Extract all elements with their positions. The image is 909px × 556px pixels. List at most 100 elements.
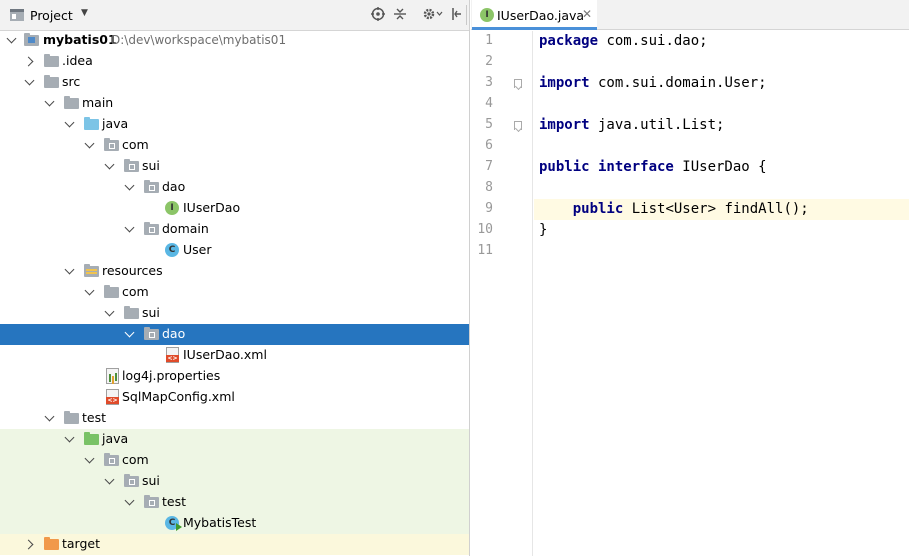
tree-item-label: .idea: [62, 53, 93, 68]
code-editor: I IUserDao.java ✕ 1 2 3 4 5 6 7 8 9 10 1…: [471, 0, 909, 556]
chevron-down-icon[interactable]: [45, 98, 55, 108]
module-folder-icon: [24, 33, 39, 46]
tree-item-label: log4j.properties: [122, 368, 221, 383]
chevron-down-icon[interactable]: [125, 224, 135, 234]
tree-item-dao[interactable]: dao: [0, 177, 469, 198]
chevron-down-icon[interactable]: [105, 308, 115, 318]
tree-item-dao-selected[interactable]: dao: [0, 324, 469, 345]
line-number: 10: [477, 222, 493, 237]
code-text: com.sui.dao;: [598, 33, 708, 49]
tree-item-log4j[interactable]: log4j.properties: [0, 366, 469, 387]
chevron-down-icon[interactable]: [85, 140, 95, 150]
tree-item-label: SqlMapConfig.xml: [122, 389, 235, 404]
tree-item-domain[interactable]: domain: [0, 219, 469, 240]
chevron-down-icon[interactable]: [85, 287, 95, 297]
chevron-down-icon[interactable]: [65, 434, 75, 444]
line-number: 9: [485, 201, 493, 216]
collapse-all-icon[interactable]: [393, 7, 407, 26]
project-view-title[interactable]: Project: [30, 8, 73, 23]
line-number: 8: [485, 180, 493, 195]
tree-item-label: IUserDao: [183, 200, 241, 215]
tree-item-mybatis01[interactable]: mybatis01 D:\dev\workspace\mybatis01: [0, 30, 469, 51]
tree-item-resources[interactable]: resources: [0, 261, 469, 282]
chevron-down-icon[interactable]: [125, 182, 135, 192]
tree-item-label: sui: [142, 158, 160, 173]
tree-item-label: dao: [162, 326, 186, 341]
tree-item-label: domain: [162, 221, 209, 236]
hide-panel-icon[interactable]: [452, 7, 462, 26]
tree-item-main[interactable]: main: [0, 93, 469, 114]
tree-item-iuserdao[interactable]: I IUserDao: [0, 198, 469, 219]
tree-item-java[interactable]: java: [0, 114, 469, 135]
tree-item-label: src: [62, 74, 81, 89]
line-number-gutter: 1 2 3 4 5 6 7 8 9 10 11: [471, 31, 533, 556]
xml-file-icon: [106, 389, 119, 405]
tree-item-label: test: [162, 494, 187, 509]
tree-item-test-sui[interactable]: sui: [0, 471, 469, 492]
excluded-folder-icon: [44, 537, 59, 550]
code-text: com.sui.domain.User;: [589, 75, 767, 91]
tree-item-sui[interactable]: sui: [0, 303, 469, 324]
tree-item-com[interactable]: com: [0, 135, 469, 156]
line-number: 2: [485, 54, 493, 69]
tree-item-label: main: [82, 95, 114, 110]
tree-item-test-java[interactable]: java: [0, 429, 469, 450]
code-line: import com.sui.domain.User;: [534, 73, 909, 94]
line-number: 3: [485, 75, 493, 90]
tree-item-idea[interactable]: .idea: [0, 51, 469, 72]
tree-item-label: dao: [162, 179, 186, 194]
chevron-down-icon[interactable]: [85, 455, 95, 465]
tree-item-src[interactable]: src: [0, 72, 469, 93]
package-icon: [124, 159, 139, 172]
tree-item-label: MybatisTest: [183, 515, 257, 530]
chevron-down-icon[interactable]: [125, 329, 135, 339]
tree-item-label: sui: [142, 473, 160, 488]
chevron-down-icon[interactable]: [105, 161, 115, 171]
fold-marker-icon[interactable]: [514, 121, 522, 130]
tree-item-label: com: [122, 452, 149, 467]
tree-item-test[interactable]: test: [0, 408, 469, 429]
code-text: java.util.List;: [589, 117, 725, 133]
tree-item-com[interactable]: com: [0, 282, 469, 303]
tree-item-label: resources: [102, 263, 163, 278]
tree-item-test-com[interactable]: com: [0, 450, 469, 471]
interface-icon: I: [165, 201, 179, 215]
tree-item-iuserdao-xml[interactable]: IUserDao.xml: [0, 345, 469, 366]
tree-item-label: target: [62, 536, 101, 551]
tree-item-sqlmapconfig[interactable]: SqlMapConfig.xml: [0, 387, 469, 408]
chevron-down-icon[interactable]: [105, 476, 115, 486]
chevron-down-icon[interactable]: [125, 497, 135, 507]
code-line: }: [534, 220, 909, 241]
chevron-down-icon[interactable]: [7, 35, 17, 45]
tree-item-user[interactable]: C User: [0, 240, 469, 261]
fold-marker-icon[interactable]: [514, 79, 522, 88]
tree-item-test-test[interactable]: test: [0, 492, 469, 513]
project-panel-header: Project ▼: [0, 0, 469, 31]
tree-item-target[interactable]: target: [0, 534, 469, 555]
chevron-down-icon[interactable]: [65, 119, 75, 129]
locate-icon[interactable]: [371, 7, 385, 26]
close-icon[interactable]: ✕: [582, 7, 592, 21]
chevron-down-icon[interactable]: [25, 77, 35, 87]
chevron-down-icon[interactable]: [45, 413, 55, 423]
tree-item-sui[interactable]: sui: [0, 156, 469, 177]
code-keyword: public interface: [539, 159, 674, 175]
tree-item-label: mybatis01: [43, 32, 117, 47]
tab-label: IUserDao.java: [497, 8, 585, 23]
chevron-right-icon[interactable]: [25, 539, 35, 549]
resources-folder-icon: [84, 264, 99, 277]
tab-iuserdao-java[interactable]: I IUserDao.java ✕: [472, 0, 597, 30]
chevron-right-icon[interactable]: [25, 56, 35, 66]
code-text: }: [539, 222, 548, 238]
tree-item-mybatistest[interactable]: C MybatisTest: [0, 513, 469, 534]
chevron-down-icon[interactable]: ▼: [81, 8, 88, 18]
gear-icon[interactable]: [422, 7, 444, 26]
package-icon: [144, 180, 159, 193]
code-keyword: import: [539, 117, 590, 133]
code-area[interactable]: package com.sui.dao; import com.sui.doma…: [534, 31, 909, 556]
xml-file-icon: [166, 347, 179, 363]
chevron-down-icon[interactable]: [65, 266, 75, 276]
